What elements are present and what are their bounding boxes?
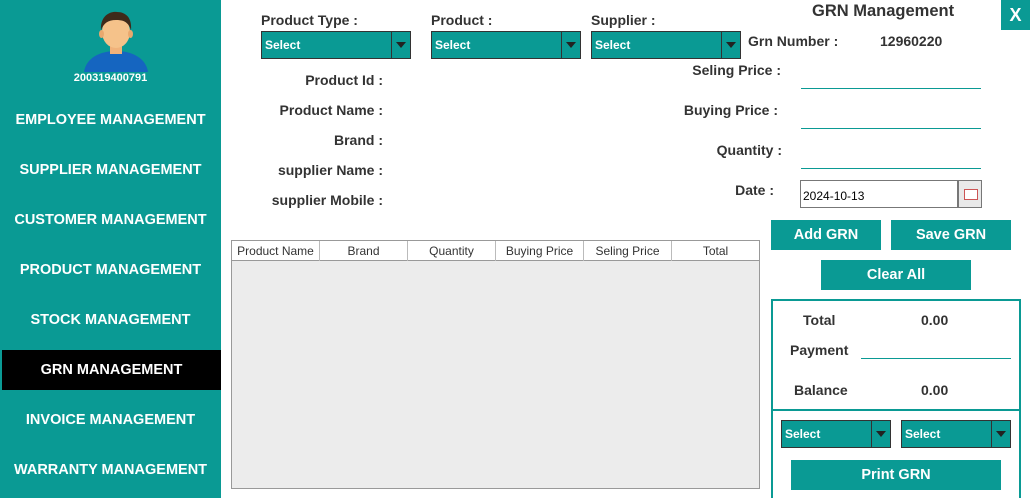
column-header[interactable]: Total (672, 241, 759, 261)
chevron-down-icon[interactable] (561, 32, 580, 58)
column-header[interactable]: Product Name (232, 241, 320, 261)
nav-supplier-management[interactable]: SUPPLIER MANAGEMENT (0, 150, 221, 190)
supplier-select-value: Select (595, 38, 631, 52)
payment-input[interactable] (861, 337, 1011, 359)
supplier-label: Supplier : (591, 12, 656, 28)
product-id-label: Product Id : (305, 72, 383, 88)
payment-method-select-value: Select (785, 427, 821, 441)
chevron-down-icon[interactable] (991, 421, 1010, 447)
payment-type-select-value: Select (905, 427, 941, 441)
nav-warranty-management[interactable]: WARRANTY MANAGEMENT (0, 450, 221, 490)
column-header[interactable]: Seling Price (584, 241, 672, 261)
nav-customer-management[interactable]: CUSTOMER MANAGEMENT (0, 200, 221, 240)
chevron-down-icon[interactable] (721, 32, 740, 58)
nav-grn-management[interactable]: GRN MANAGEMENT (2, 350, 221, 390)
calendar-icon[interactable] (958, 180, 982, 208)
clear-all-button[interactable]: Clear All (821, 260, 971, 290)
grn-number-value: 12960220 (880, 33, 943, 49)
payment-label: Payment (790, 342, 849, 358)
balance-label: Balance (794, 382, 848, 398)
nav-stock-management[interactable]: STOCK MANAGEMENT (0, 300, 221, 340)
product-type-label: Product Type : (261, 12, 358, 28)
payment-method-select[interactable]: Select (781, 420, 891, 448)
nav-invoice-management[interactable]: INVOICE MANAGEMENT (0, 400, 221, 440)
product-label: Product : (431, 12, 493, 28)
print-grn-button[interactable]: Print GRN (791, 460, 1001, 490)
page-title: GRN Management (812, 2, 955, 20)
supplier-select[interactable]: Select (591, 31, 741, 59)
table-header: Product Name Brand Quantity Buying Price… (232, 241, 759, 261)
payment-type-select[interactable]: Select (901, 420, 1011, 448)
product-select-value: Select (435, 38, 471, 52)
user-avatar-icon (84, 11, 148, 72)
chevron-down-icon[interactable] (871, 421, 890, 447)
column-header[interactable]: Quantity (408, 241, 496, 261)
nav-employee-management[interactable]: EMPLOYEE MANAGEMENT (0, 100, 221, 140)
total-label: Total (803, 312, 836, 328)
balance-value: 0.00 (921, 382, 949, 398)
user-id-label: 200319400791 (73, 72, 148, 84)
close-button[interactable]: X (1001, 0, 1030, 30)
date-label: Date : (735, 182, 774, 198)
column-header[interactable]: Brand (320, 241, 408, 261)
date-field[interactable]: 2024-10-13 (800, 180, 958, 208)
selling-price-label: Seling Price : (692, 62, 781, 78)
total-value: 0.00 (921, 312, 949, 328)
divider (771, 409, 1021, 411)
grn-number-label: Grn Number : (748, 33, 839, 49)
column-header[interactable]: Buying Price (496, 241, 584, 261)
product-type-select-value: Select (265, 38, 301, 52)
save-grn-button[interactable]: Save GRN (891, 220, 1011, 250)
brand-label: Brand : (334, 132, 383, 148)
supplier-name-label: supplier Name : (277, 162, 383, 178)
supplier-mobile-label: supplier Mobile : (271, 192, 383, 208)
sidebar: 200319400791 EMPLOYEE MANAGEMENT SUPPLIE… (0, 0, 221, 498)
product-name-label: Product Name : (279, 102, 383, 118)
product-select[interactable]: Select (431, 31, 581, 59)
selling-price-input[interactable] (801, 67, 981, 89)
buying-price-input[interactable] (801, 107, 981, 129)
grn-table[interactable]: Product Name Brand Quantity Buying Price… (231, 240, 760, 489)
quantity-input[interactable] (801, 147, 981, 169)
add-grn-button[interactable]: Add GRN (771, 220, 881, 250)
buying-price-label: Buying Price : (683, 102, 778, 118)
quantity-label: Quantity : (716, 142, 782, 158)
nav-product-management[interactable]: PRODUCT MANAGEMENT (0, 250, 221, 290)
chevron-down-icon[interactable] (391, 32, 410, 58)
product-type-select[interactable]: Select (261, 31, 411, 59)
